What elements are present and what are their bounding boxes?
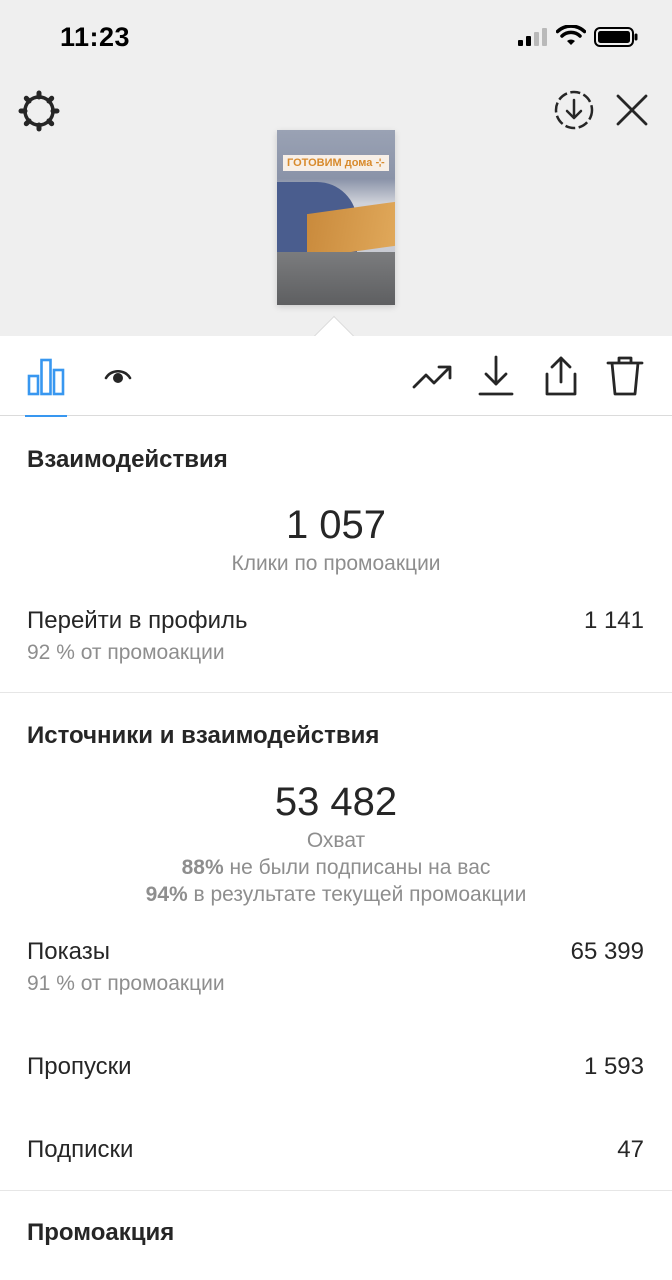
promotion-title: Промоакция [27,1219,175,1246]
trash-icon[interactable] [603,354,647,398]
close-icon[interactable] [615,93,649,127]
follows-label: Подписки [27,1136,134,1163]
download-icon[interactable] [474,354,518,398]
story-caption: ГОТОВИМ дома ⊹ [283,155,389,171]
skips-label: Пропуски [27,1053,132,1080]
section-divider [0,1190,672,1191]
trend-up-icon[interactable] [410,354,454,398]
interactions-title: Взаимодействия [27,446,228,473]
story-thumbnail[interactable]: ГОТОВИМ дома ⊹ [277,130,395,305]
skips-value: 1 593 [583,1053,644,1080]
settings-gear-icon[interactable] [18,90,60,132]
bar-chart-icon [27,358,65,396]
profile-visits-label: Перейти в профиль [27,607,248,634]
share-icon[interactable] [539,354,583,398]
impressions-sub: 91 % от промоакции [27,972,225,995]
status-bar: 11:23 [0,0,672,70]
impressions-label: Показы [27,938,110,965]
cellular-signal-icon [518,28,547,46]
save-story-download-icon[interactable] [553,89,595,131]
eye-icon [104,369,132,383]
profile-visits-value: 1 141 [583,607,644,634]
reach-value: 53 482 [274,780,398,824]
wifi-icon [556,25,586,45]
tab-insights[interactable] [25,336,67,417]
story-header: 11:23 ГОТОВИМ дома ⊹ [0,0,672,336]
promo-clicks-value: 1 057 [285,503,387,547]
section-divider [0,692,672,693]
status-time: 11:23 [60,22,131,52]
reach-label: Охват [306,829,366,852]
tab-viewers[interactable] [100,336,136,416]
not-following-note: 88% не были подписаны на вас [181,856,491,879]
promo-clicks-label: Клики по промоакции [231,552,441,575]
impressions-value: 65 399 [570,938,644,965]
discovery-title: Источники и взаимодействия [27,722,380,749]
follows-value: 47 [617,1136,644,1163]
insights-toolbar [0,336,672,417]
from-promo-note: 94% в результате текущей промоакции [145,883,527,906]
profile-visits-sub: 92 % от промоакции [27,641,225,664]
battery-icon [594,27,638,47]
